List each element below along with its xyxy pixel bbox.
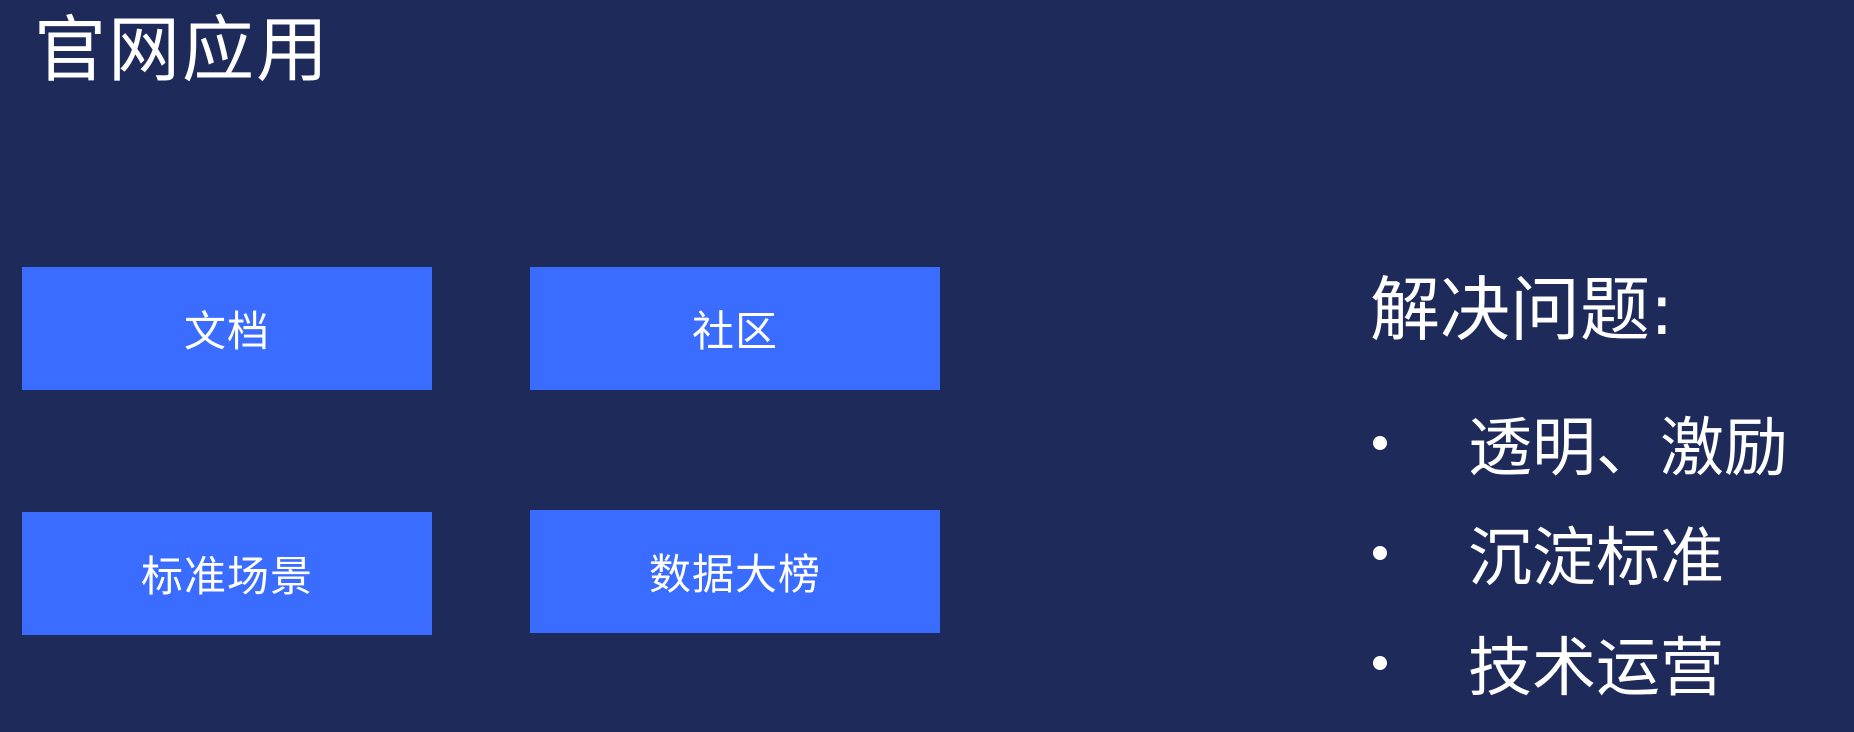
list-item-text: 沉淀标准 (1468, 522, 1724, 596)
problems-heading: 解决问题: (1370, 269, 1674, 351)
bullet-icon (1373, 546, 1387, 560)
leaderboard-tile[interactable]: 数据大榜 (530, 510, 940, 633)
leaderboard-tile-label: 数据大榜 (648, 550, 821, 599)
list-item-text: 技术运营 (1468, 632, 1724, 706)
bullet-icon (1373, 656, 1387, 670)
page-title: 官网应用 (34, 8, 331, 92)
list-item: 技术运营 (1370, 608, 1788, 718)
problems-list: 透明、激励 沉淀标准 技术运营 (1370, 388, 1788, 718)
community-tile-label: 社区 (691, 307, 778, 356)
list-item: 沉淀标准 (1370, 498, 1788, 608)
list-item: 透明、激励 (1370, 388, 1788, 498)
docs-tile[interactable]: 文档 (22, 267, 432, 390)
docs-tile-label: 文档 (183, 307, 270, 356)
list-item-text: 透明、激励 (1468, 412, 1788, 486)
standard-scenarios-tile-label: 标准场景 (140, 552, 313, 601)
standard-scenarios-tile[interactable]: 标准场景 (22, 512, 432, 635)
bullet-icon (1373, 436, 1387, 450)
community-tile[interactable]: 社区 (530, 267, 940, 390)
